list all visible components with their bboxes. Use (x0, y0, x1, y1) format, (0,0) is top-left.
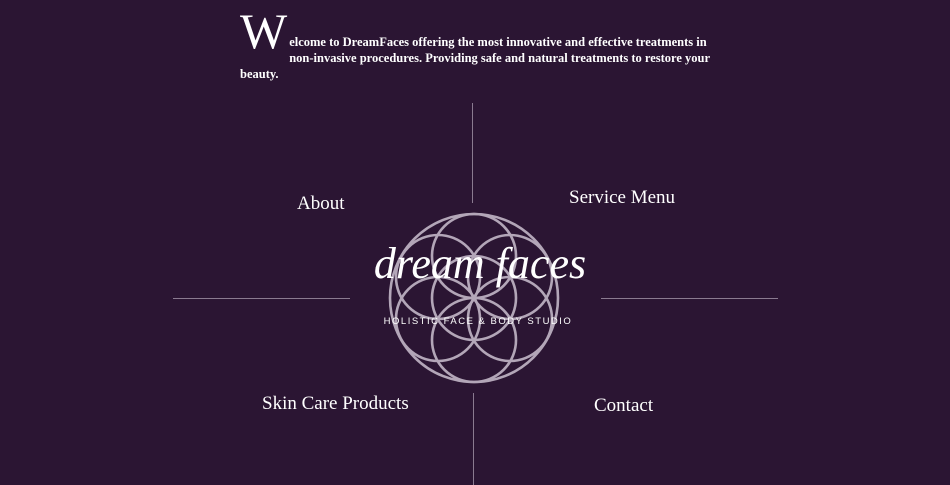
divider-left (173, 298, 350, 299)
nav-link-skin-care-products[interactable]: Skin Care Products (262, 393, 409, 415)
dreamfaces-logo[interactable]: dream faces HOLISTIC FACE & BODY STUDIO (355, 210, 600, 388)
nav-link-service-menu[interactable]: Service Menu (569, 187, 675, 209)
welcome-paragraph: W elcome to DreamFaces offering the most… (240, 3, 710, 82)
flower-of-life-icon (388, 212, 560, 384)
nav-link-about[interactable]: About (297, 193, 345, 215)
divider-right (601, 298, 778, 299)
nav-link-contact[interactable]: Contact (594, 395, 653, 417)
divider-bottom (473, 393, 474, 485)
logo-tagline: HOLISTIC FACE & BODY STUDIO (383, 316, 573, 327)
page: W elcome to DreamFaces offering the most… (0, 0, 950, 485)
divider-top (472, 103, 473, 203)
welcome-dropcap: W (240, 3, 288, 59)
welcome-text: elcome to DreamFaces offering the most i… (240, 35, 710, 81)
logo-wordmark: dream faces (373, 239, 587, 288)
